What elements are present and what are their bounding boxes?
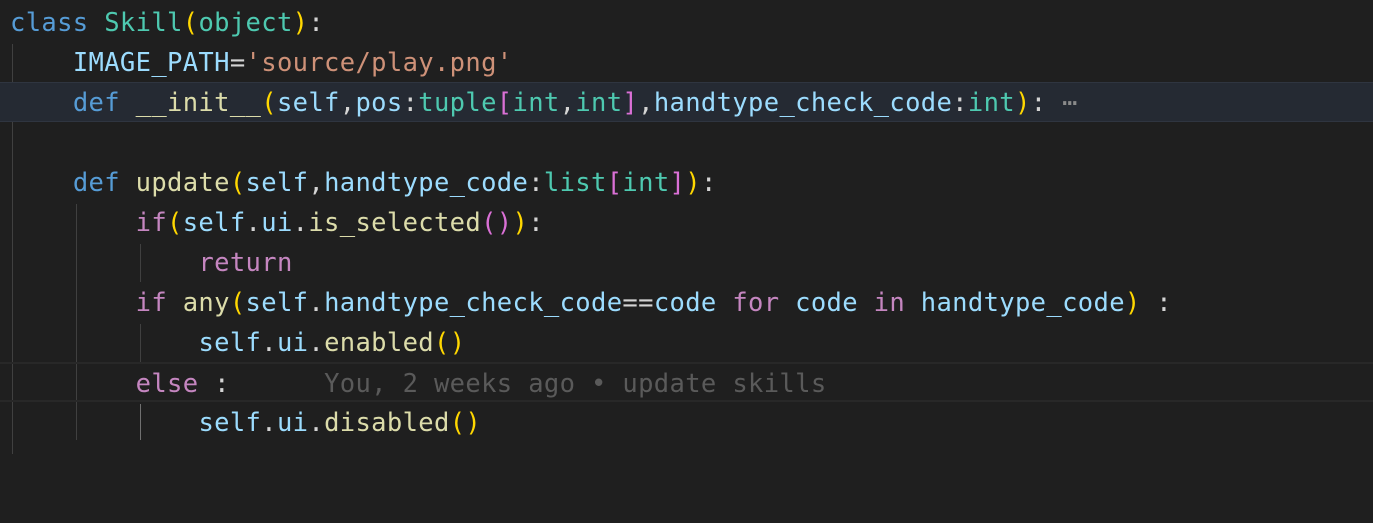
colon: : xyxy=(952,88,968,118)
code-line-7[interactable]: return xyxy=(0,243,1373,283)
code-editor[interactable]: class Skill(object): IMAGE_PATH='source/… xyxy=(0,0,1373,454)
variable: self xyxy=(182,208,246,238)
param: self xyxy=(276,88,340,118)
bracket: [ xyxy=(496,88,513,118)
paren: ( xyxy=(449,408,466,438)
colon: : xyxy=(528,168,544,198)
dot: . xyxy=(308,408,325,438)
comma: , xyxy=(638,88,654,118)
paren: ) xyxy=(292,8,309,38)
colon: : xyxy=(1140,288,1173,318)
variable: self xyxy=(245,288,309,318)
bracket: ] xyxy=(622,88,639,118)
class-attribute: IMAGE_PATH xyxy=(72,48,230,78)
keyword-return: return xyxy=(198,248,293,278)
variable: code xyxy=(653,288,717,318)
paren: ( xyxy=(229,288,246,318)
paren: ) xyxy=(1124,288,1141,318)
code-line-1[interactable]: class Skill(object): xyxy=(0,3,1373,43)
param: handtype_check_code xyxy=(653,88,953,118)
paren: ) xyxy=(449,328,466,358)
paren: ( xyxy=(433,328,450,358)
colon: : xyxy=(308,8,325,38)
code-line-8[interactable]: if any(self.handtype_check_code==code fo… xyxy=(0,283,1373,323)
builtin-function: any xyxy=(182,288,230,318)
paren: ) xyxy=(685,168,701,198)
comma: , xyxy=(308,168,325,198)
code-line-11[interactable]: self.ui.disabled() xyxy=(0,403,1373,443)
colon: : xyxy=(198,369,230,399)
paren: ( xyxy=(182,8,199,38)
variable: self xyxy=(198,328,262,358)
code-line-9[interactable]: self.ui.enabled() xyxy=(0,323,1373,363)
bracket: ] xyxy=(669,168,686,198)
type-name: int xyxy=(512,88,560,118)
type-name: list xyxy=(543,168,607,198)
keyword-def: def xyxy=(72,168,120,198)
git-blame-annotation[interactable]: You, 2 weeks ago • update skills xyxy=(324,369,826,399)
variable: handtype_code xyxy=(920,288,1125,318)
param: pos xyxy=(355,88,403,118)
colon: : xyxy=(1030,88,1047,118)
bracket: [ xyxy=(606,168,623,198)
operator: == xyxy=(622,288,654,318)
method-call: enabled xyxy=(324,328,434,358)
keyword-if: if xyxy=(135,288,168,318)
paren: ( xyxy=(167,208,183,238)
code-line-6[interactable]: if(self.ui.is_selected()): xyxy=(0,203,1373,243)
param: self xyxy=(245,168,309,198)
method-call: is_selected xyxy=(308,208,482,238)
dot: . xyxy=(245,208,262,238)
attribute: ui xyxy=(276,328,309,358)
operator: = xyxy=(229,48,246,78)
comma: , xyxy=(339,88,356,118)
string-literal: 'source/play.png' xyxy=(245,48,513,78)
function-name: update xyxy=(135,168,230,198)
keyword-if: if xyxy=(135,208,168,238)
dot: . xyxy=(292,208,309,238)
paren: ) xyxy=(512,208,529,238)
keyword-in: in xyxy=(873,288,906,318)
attribute: handtype_check_code xyxy=(324,288,623,318)
folded-ellipsis-icon[interactable]: ⋯ xyxy=(1062,88,1078,118)
dot: . xyxy=(261,328,277,358)
dot: . xyxy=(308,328,325,358)
code-line-10-cursor[interactable]: else : You, 2 weeks ago • update skills xyxy=(0,362,1373,402)
type-name: int xyxy=(575,88,623,118)
dot: . xyxy=(261,408,277,438)
paren: ) xyxy=(1014,88,1031,118)
dot: . xyxy=(308,288,325,318)
function-name: __init__ xyxy=(135,88,262,118)
code-line-3-highlighted[interactable]: def __init__(self,pos:tuple[int,int],han… xyxy=(0,82,1373,122)
paren: ) xyxy=(465,408,482,438)
paren: ( xyxy=(229,168,246,198)
type-name: int xyxy=(967,88,1015,118)
base-class: object xyxy=(198,8,293,38)
keyword-class: class xyxy=(10,8,89,38)
class-name: Skill xyxy=(104,8,183,38)
param: handtype_code xyxy=(324,168,529,198)
attribute: ui xyxy=(261,208,293,238)
code-line-4-empty[interactable] xyxy=(0,123,1373,163)
variable: code xyxy=(795,288,858,318)
method-call: disabled xyxy=(324,408,450,438)
variable: self xyxy=(198,408,262,438)
code-line-5[interactable]: def update(self,handtype_code:list[int])… xyxy=(0,163,1373,203)
colon: : xyxy=(402,88,419,118)
colon: : xyxy=(528,208,544,238)
colon: : xyxy=(700,168,717,198)
keyword-else: else xyxy=(135,369,199,399)
paren: ( xyxy=(261,88,277,118)
keyword-for: for xyxy=(732,288,780,318)
keyword-def: def xyxy=(72,88,120,118)
code-line-2[interactable]: IMAGE_PATH='source/play.png' xyxy=(0,43,1373,83)
comma: , xyxy=(559,88,576,118)
attribute: ui xyxy=(276,408,309,438)
type-name: tuple xyxy=(418,88,497,118)
paren: ( xyxy=(481,208,497,238)
paren: ) xyxy=(496,208,513,238)
type-name: int xyxy=(622,168,670,198)
